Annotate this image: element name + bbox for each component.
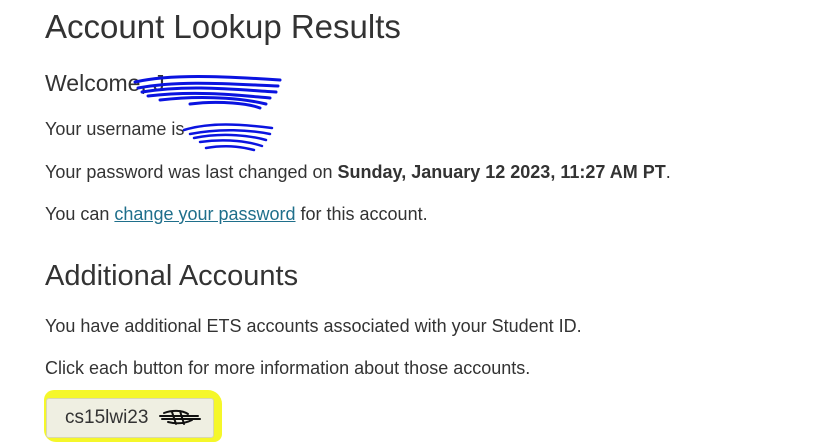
change-password-line: You can change your password for this ac… <box>45 204 428 225</box>
page-title: Account Lookup Results <box>45 8 401 45</box>
change-password-link[interactable]: change your password <box>114 204 295 224</box>
change-password-suffix: for this account. <box>295 204 428 224</box>
additional-account-button[interactable]: cs15lwi23 <box>46 398 214 438</box>
welcome-message: Welcome, J <box>45 70 165 97</box>
password-changed-line: Your password was last changed on Sunday… <box>45 162 671 183</box>
username-prefix: Your username is <box>45 119 185 139</box>
additional-accounts-intro: You have additional ETS accounts associa… <box>45 316 582 336</box>
additional-account-button-label: cs15lwi23 <box>65 407 149 428</box>
additional-accounts-heading: Additional Accounts <box>45 260 299 292</box>
password-changed-prefix: Your password was last changed on <box>45 162 338 182</box>
welcome-prefix: Welcome, <box>45 70 154 96</box>
username-redaction-scribble <box>182 123 274 152</box>
welcome-name-redacted: J <box>153 70 165 96</box>
change-password-prefix: You can <box>45 204 115 224</box>
additional-accounts-instruction: Click each button for more information a… <box>45 358 531 378</box>
password-changed-suffix: . <box>665 162 671 182</box>
username-line: Your username is <box>45 119 184 140</box>
password-changed-date: Sunday, January 12 2023, 11:27 AM PT <box>337 162 666 182</box>
